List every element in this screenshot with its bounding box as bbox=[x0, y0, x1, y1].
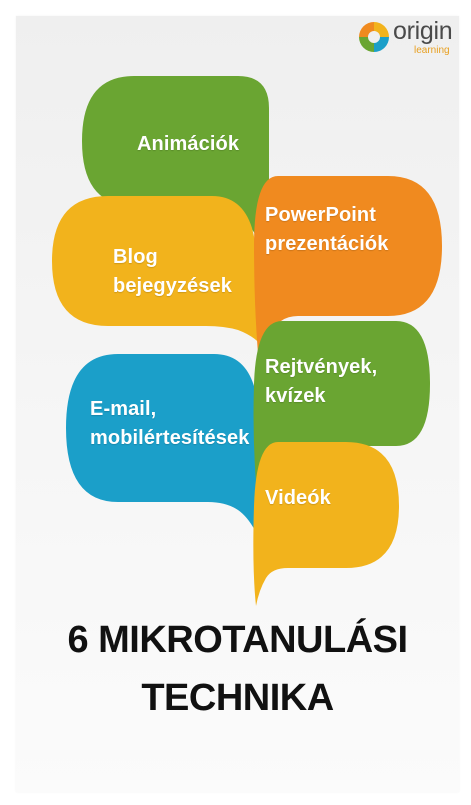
bubble-videok bbox=[253, 442, 399, 606]
label-email-line2: mobilértesítések bbox=[90, 427, 250, 449]
label-powerpoint-line1: PowerPoint bbox=[265, 204, 377, 226]
label-rejtvenyek-line2: kvízek bbox=[265, 385, 326, 407]
label-animaciok: Animációk bbox=[137, 133, 240, 155]
logo-icon bbox=[359, 22, 389, 52]
logo-wordmark: origin bbox=[393, 17, 453, 45]
title-line1: 6 MIKROTANULÁSI bbox=[67, 619, 408, 661]
label-blog-line1: Blog bbox=[113, 246, 158, 268]
title-line2: TECHNIKA bbox=[141, 677, 334, 719]
label-email-line1: E-mail, bbox=[90, 398, 157, 420]
label-blog-line2: bejegyzések bbox=[113, 275, 232, 297]
label-rejtvenyek-line1: Rejtvények, bbox=[265, 356, 378, 378]
bubble-email bbox=[66, 354, 266, 556]
brand-logo: origin learning bbox=[356, 17, 453, 57]
bubble-cluster bbox=[52, 76, 442, 606]
infographic-card: Animációk Blog bejegyzések PowerPoint pr… bbox=[16, 16, 459, 792]
label-videok: Videók bbox=[265, 487, 331, 509]
logo-subtitle: learning bbox=[414, 45, 450, 56]
label-powerpoint-line2: prezentációk bbox=[265, 233, 389, 255]
bubble-blog bbox=[52, 196, 262, 346]
